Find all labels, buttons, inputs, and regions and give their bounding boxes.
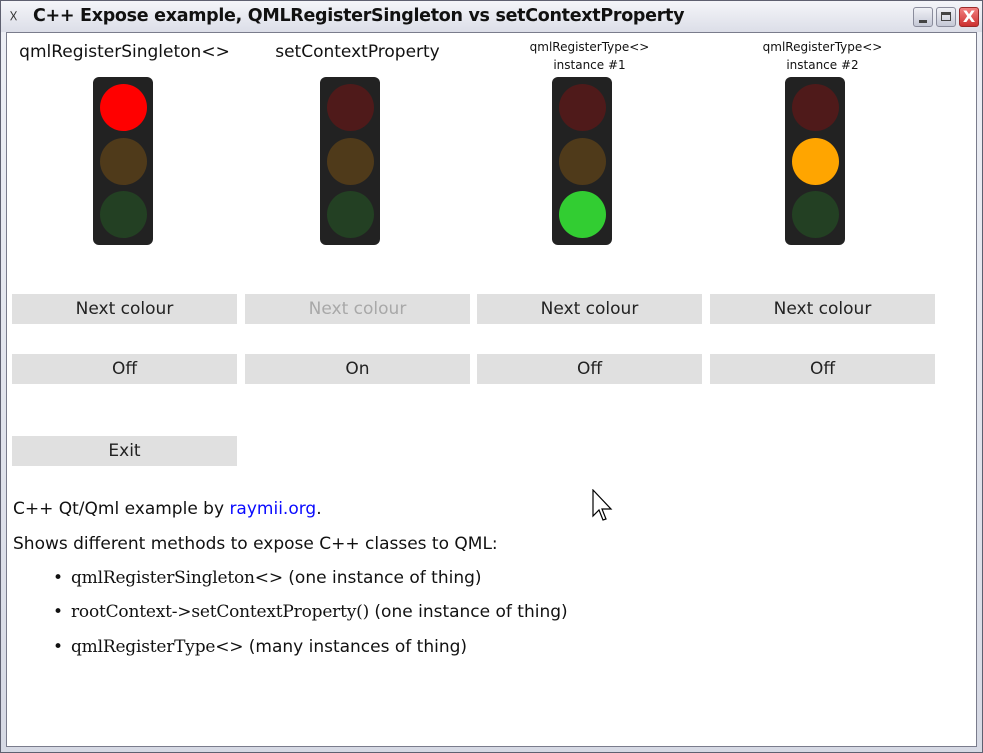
minimize-icon [919, 20, 927, 23]
next-colour-button-singleton[interactable]: Next colour [12, 294, 237, 324]
toggle-button-singleton[interactable]: Off [12, 354, 237, 384]
column-label-line2: instance #2 [786, 58, 859, 72]
method-note: (one instance of thing) [282, 568, 482, 588]
traffic-light [93, 77, 153, 245]
window-title: C++ Expose example, QMLRegisterSingleton… [33, 6, 685, 26]
maximize-button[interactable] [936, 7, 956, 27]
lamp-yellow [100, 138, 147, 185]
mouse-cursor-icon [592, 489, 613, 521]
method-code: rootContext->setContextProperty() [71, 602, 370, 622]
traffic-light [785, 77, 845, 245]
next-colour-button-instance-2[interactable]: Next colour [710, 294, 935, 324]
column-label-line1: qmlRegisterType<> [762, 40, 883, 54]
maximize-icon [941, 12, 951, 21]
lamp-green [559, 191, 606, 238]
method-note: (many instances of thing) [243, 637, 468, 657]
close-button[interactable]: X [959, 7, 979, 27]
credit-prefix: C++ Qt/Qml example by [13, 499, 230, 519]
lamp-green [100, 191, 147, 238]
lamp-green [792, 191, 839, 238]
app-window: ☓ C++ Expose example, QMLRegisterSinglet… [0, 0, 983, 753]
next-colour-button-instance-1[interactable]: Next colour [477, 294, 702, 324]
exit-button[interactable]: Exit [12, 436, 237, 466]
close-icon: X [962, 7, 976, 26]
column-label-line2: instance #1 [553, 58, 626, 72]
title-bar[interactable]: ☓ C++ Expose example, QMLRegisterSinglet… [1, 1, 982, 32]
method-code: qmlRegisterSingleton<> [71, 568, 283, 588]
lamp-red [327, 84, 374, 131]
traffic-light [552, 77, 612, 245]
traffic-light [320, 77, 380, 245]
raymii-link[interactable]: raymii.org [229, 499, 316, 519]
bullet-icon: • [53, 568, 64, 588]
lamp-yellow [559, 138, 606, 185]
list-item: • rootContext->setContextProperty() (one … [53, 602, 568, 622]
client-area: qmlRegisterSingleton<> setContextPropert… [6, 32, 977, 747]
bullet-icon: • [53, 602, 64, 622]
lamp-yellow [792, 138, 839, 185]
methods-heading: Shows different methods to expose C++ cl… [13, 534, 498, 554]
column-label: qmlRegisterSingleton<> [19, 42, 230, 62]
column-label-line1: qmlRegisterType<> [529, 40, 650, 54]
method-code: qmlRegisterType<> [71, 637, 244, 657]
lamp-red [559, 84, 606, 131]
next-colour-button-context-property[interactable]: Next colour [245, 294, 470, 324]
method-note: (one instance of thing) [369, 602, 568, 622]
column-label: setContextProperty [275, 42, 440, 62]
credit-line: C++ Qt/Qml example by raymii.org. [13, 499, 322, 519]
lamp-yellow [327, 138, 374, 185]
x-app-icon: ☓ [9, 7, 19, 27]
toggle-button-instance-1[interactable]: Off [477, 354, 702, 384]
list-item: • qmlRegisterSingleton<> (one instance of… [53, 568, 482, 588]
lamp-green [327, 191, 374, 238]
lamp-red [792, 84, 839, 131]
bullet-icon: • [53, 637, 64, 657]
list-item: • qmlRegisterType<> (many instances of th… [53, 637, 467, 657]
lamp-red [100, 84, 147, 131]
minimize-button[interactable] [913, 7, 933, 27]
toggle-button-context-property[interactable]: On [245, 354, 470, 384]
credit-suffix: . [316, 499, 322, 519]
toggle-button-instance-2[interactable]: Off [710, 354, 935, 384]
